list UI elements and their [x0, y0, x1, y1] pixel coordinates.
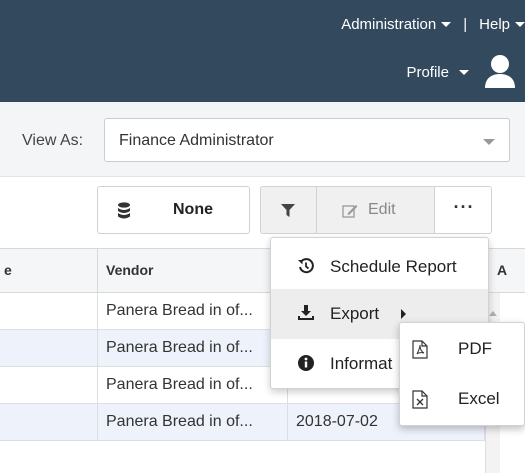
export-submenu: PDF Excel: [399, 322, 525, 426]
view-as-select[interactable]: Finance Administrator: [104, 118, 510, 162]
export-pdf-item[interactable]: PDF: [400, 324, 524, 375]
table-cell-vendor: Panera Bread in of...: [98, 330, 288, 367]
table-cell: [0, 330, 98, 367]
filter-icon: [281, 204, 295, 217]
none-label: None: [173, 201, 213, 218]
menu-item-schedule-report[interactable]: Schedule Report: [271, 242, 488, 292]
more-options-button[interactable]: ···: [434, 186, 492, 234]
caret-down-icon: [459, 69, 469, 75]
caret-down-icon: [515, 22, 525, 28]
history-icon: [298, 258, 314, 274]
table-cell: [0, 293, 98, 330]
view-as-selected-value: Finance Administrator: [119, 132, 274, 149]
user-avatar-icon[interactable]: [483, 54, 517, 90]
profile-label: Profile: [406, 63, 449, 81]
administration-label: Administration: [341, 15, 437, 33]
top-header: Administration | Help Profile: [0, 0, 525, 102]
pdf-file-icon: [412, 340, 428, 359]
help-menu[interactable]: Help: [479, 16, 525, 33]
profile-menu[interactable]: Profile: [406, 54, 517, 90]
edit-icon: [342, 205, 358, 218]
table-cell: [0, 404, 98, 441]
filter-button[interactable]: [260, 186, 317, 234]
ellipsis-icon: ···: [453, 197, 475, 217]
help-label: Help: [479, 15, 510, 33]
caret-right-icon: [401, 309, 406, 319]
top-nav: Administration | Help: [341, 14, 525, 34]
table-cell-vendor: Panera Bread in of...: [98, 293, 288, 330]
scroll-up-icon[interactable]: [489, 311, 497, 316]
caret-down-icon: [441, 22, 452, 28]
view-as-label: View As:: [22, 132, 84, 149]
table-cell: [0, 367, 98, 404]
excel-file-icon: [412, 390, 428, 409]
download-icon: [298, 305, 314, 320]
database-icon: [118, 202, 130, 219]
grouping-none-button[interactable]: None: [97, 186, 250, 234]
edit-button[interactable]: Edit: [316, 186, 435, 234]
table-cell-vendor: Panera Bread in of...: [98, 367, 288, 404]
column-header[interactable]: e: [0, 249, 98, 293]
dropdown-arrow-icon: [483, 139, 495, 145]
edit-label: Edit: [368, 201, 396, 218]
column-header-a[interactable]: A: [485, 249, 525, 293]
export-excel-item[interactable]: Excel: [400, 374, 524, 425]
nav-separator: |: [463, 15, 468, 33]
view-as-bar: View As: Finance Administrator: [0, 102, 525, 177]
info-icon: [298, 355, 314, 371]
table-cell-vendor: Panera Bread in of...: [98, 404, 288, 441]
column-header-vendor[interactable]: Vendor: [98, 249, 288, 293]
administration-menu[interactable]: Administration: [341, 15, 452, 33]
